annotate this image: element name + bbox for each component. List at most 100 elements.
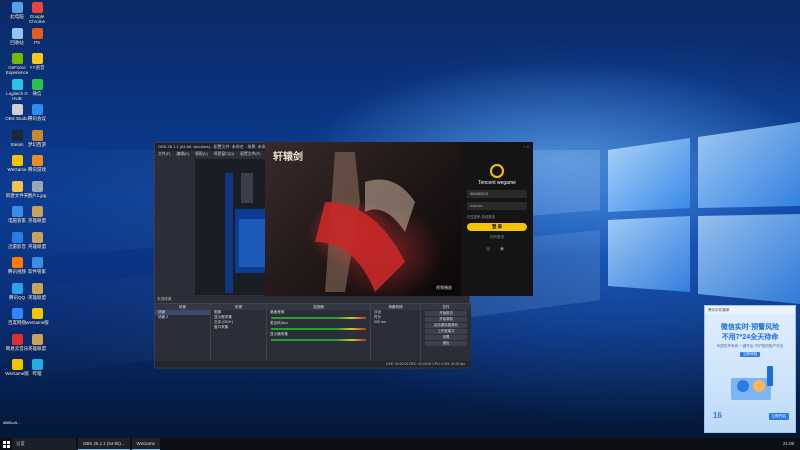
desktop-icon-label: 微信	[32, 90, 42, 96]
desktop-icon[interactable]: 软件管家	[22, 257, 52, 274]
transition-duration-input[interactable]: 300 ms	[371, 320, 420, 325]
netease-music-icon	[11, 333, 23, 345]
menu-profile[interactable]: 配置文件(P)	[240, 151, 260, 158]
settings-button[interactable]: 设置	[425, 335, 467, 340]
lol-icon	[31, 206, 43, 217]
desktop-icon[interactable]: 英雄联盟	[22, 206, 52, 223]
game-trailer-video[interactable]: 轩辕剑 视频播放	[265, 142, 461, 296]
desktop-icon[interactable]: 微信	[22, 78, 52, 96]
desktop-icon-label: 腾讯会议	[28, 116, 46, 121]
desktop-icon[interactable]: 英雄联盟	[22, 282, 52, 300]
yy-icon	[31, 53, 43, 64]
scenes-dock: 场景 场景 场景 2	[155, 304, 211, 364]
desktop-icon[interactable]: 腾讯会议	[22, 104, 52, 121]
source-item[interactable]: 窗口采集	[211, 325, 266, 330]
taskbar-item-obs[interactable]: OBS 26.1.1 (64-bit)...	[78, 438, 130, 450]
volume-meter[interactable]	[271, 339, 366, 341]
qr-login-link[interactable]: 扫码登录	[461, 235, 533, 240]
desktop-icon-label: YY语音	[29, 65, 45, 70]
photoshop-icon	[31, 27, 43, 39]
desktop-icon[interactable]: 梦幻西游	[22, 129, 52, 147]
chrome-icon	[31, 2, 43, 13]
desktop-icon[interactable]: YY语音	[22, 53, 52, 70]
mixer-dock: 混音器 桌面音频 麦克风/Aux 显示器采集	[267, 304, 371, 364]
desktop-icon-label: 软件管家	[28, 269, 46, 274]
computer-icon	[11, 2, 23, 13]
security-ad-popup[interactable]: 腾讯手机管家 微信实时·预警风险 不用7*24全天待命 专属防护系统 一键开启 …	[704, 305, 796, 433]
ad-tag-button[interactable]: 立即体验	[740, 352, 760, 357]
no-source-selected-label: 未选择源	[157, 297, 172, 301]
wegame-icon	[31, 308, 43, 319]
ad-cta-button[interactable]: 立即开启	[768, 413, 789, 420]
desktop-icon[interactable]: WeGame版	[22, 308, 52, 325]
taskbar-clock[interactable]: 21:08	[777, 438, 800, 450]
windows-start-icon	[2, 440, 10, 448]
login-button[interactable]: 登 录	[467, 223, 527, 231]
bilibili-icon	[31, 359, 43, 370]
desktop-icon-label: 英雄联盟	[28, 345, 46, 351]
lol-icon	[31, 282, 43, 294]
desktop-icon[interactable]: PS	[22, 27, 52, 45]
wegame-icon	[11, 359, 23, 370]
menu-file[interactable]: 文件(F)	[158, 151, 170, 158]
desktop-icon-label: 图片1.jpg	[27, 192, 47, 198]
start-recording-button[interactable]: 开始录制	[425, 317, 467, 322]
desktop-icon-label: 英雄联盟	[28, 294, 46, 300]
mixer-track-label: 显示器采集	[270, 332, 288, 336]
ad-subtitle: 专属防护系统 一键开启 守护您的账户安全	[716, 344, 784, 348]
lol-icon	[31, 231, 43, 243]
desktop-icon-label: 梦幻西游	[28, 141, 46, 147]
studio-mode-button[interactable]: 工作室模式	[425, 329, 467, 334]
steam-icon	[11, 129, 23, 141]
sources-dock: 来源 图像 显示器采集 文本 (GDI+) 窗口采集	[211, 304, 267, 364]
desktop-icon-label: 英雄联盟	[28, 243, 46, 249]
controls-dock-title: 控件	[421, 304, 471, 310]
transitions-dock: 场景转换 淡出 时长 300 ms	[371, 304, 421, 364]
desktop-icon[interactable]: 英雄联盟	[22, 231, 52, 249]
remember-options[interactable]: 记住密码 自动登录	[467, 214, 527, 219]
obs-status-bar: LIVE: 00:00:00 REC: 00:00:00 CPU: 0.4%, …	[155, 361, 471, 367]
desktop-icon-label: 腾讯游戏	[28, 167, 46, 172]
taskbar: 设置 OBS 26.1.1 (64-bit)... WeGame 21:08	[0, 438, 800, 450]
account-field[interactable]: 564483210	[467, 190, 527, 198]
xunlei-icon	[11, 231, 23, 243]
controls-dock: 控件 开始推流 开始录制 启动虚拟摄像机 工作室模式 设置 退出	[421, 304, 471, 364]
menu-docks[interactable]: 停靠窗口(D)	[214, 151, 234, 158]
logitech-icon	[11, 78, 23, 90]
taskbar-search-box[interactable]: 设置	[12, 438, 76, 450]
desktop-icon-label: PS	[33, 39, 40, 45]
desktop-icon[interactable]: 英雄联盟	[22, 333, 52, 351]
volume-meter[interactable]	[271, 328, 366, 330]
start-button[interactable]	[0, 438, 12, 450]
geforce-icon	[11, 53, 23, 64]
tencent-login-panel: − × Tencent wegame 564483210 •••••••••• …	[461, 142, 533, 296]
desktop-icon[interactable]: Google Chrome	[22, 2, 52, 24]
alt-login-icons[interactable]: ◎ ◉	[461, 246, 533, 252]
game-title-logo: 轩辕剑	[273, 152, 303, 163]
mixer-track-label: 麦克风/Aux	[270, 321, 288, 325]
ad-header: 腾讯手机管家	[705, 306, 795, 314]
window-controls[interactable]: − ×	[461, 142, 533, 152]
taskbar-item-wegame[interactable]: WeGame	[131, 438, 160, 450]
volume-meter[interactable]	[271, 317, 366, 319]
desktop-icon[interactable]: 哔哩	[22, 359, 52, 376]
lol-icon	[31, 333, 43, 345]
menu-view[interactable]: 视图(V)	[195, 151, 208, 158]
desktop-icon[interactable]: 腾讯游戏	[22, 155, 52, 172]
image-icon	[31, 180, 43, 192]
mixer-track-label: 桌面音频	[270, 310, 285, 314]
baidu-pan-icon	[11, 308, 23, 319]
wegame-login-window[interactable]: 轩辕剑 视频播放 − × Tencent wegame 564483210 ••…	[265, 142, 533, 296]
ad-title-line2: 不用7*24全天待命	[721, 334, 779, 341]
menu-edit[interactable]: 编辑(E)	[176, 151, 189, 158]
virtual-camera-button[interactable]: 启动虚拟摄像机	[425, 323, 467, 328]
ad-illustration	[731, 366, 773, 400]
exit-button[interactable]: 退出	[425, 341, 467, 346]
desktop-corner-note: 8885cuf1...	[3, 421, 21, 425]
wegame-icon	[11, 155, 23, 166]
start-streaming-button[interactable]: 开始推流	[425, 311, 467, 316]
desktop-icon[interactable]: 图片1.jpg	[22, 180, 52, 198]
video-play-tag[interactable]: 视频播放	[433, 284, 455, 292]
password-field[interactable]: ••••••••••	[467, 202, 527, 210]
scene-item[interactable]: 场景 2	[155, 315, 210, 320]
